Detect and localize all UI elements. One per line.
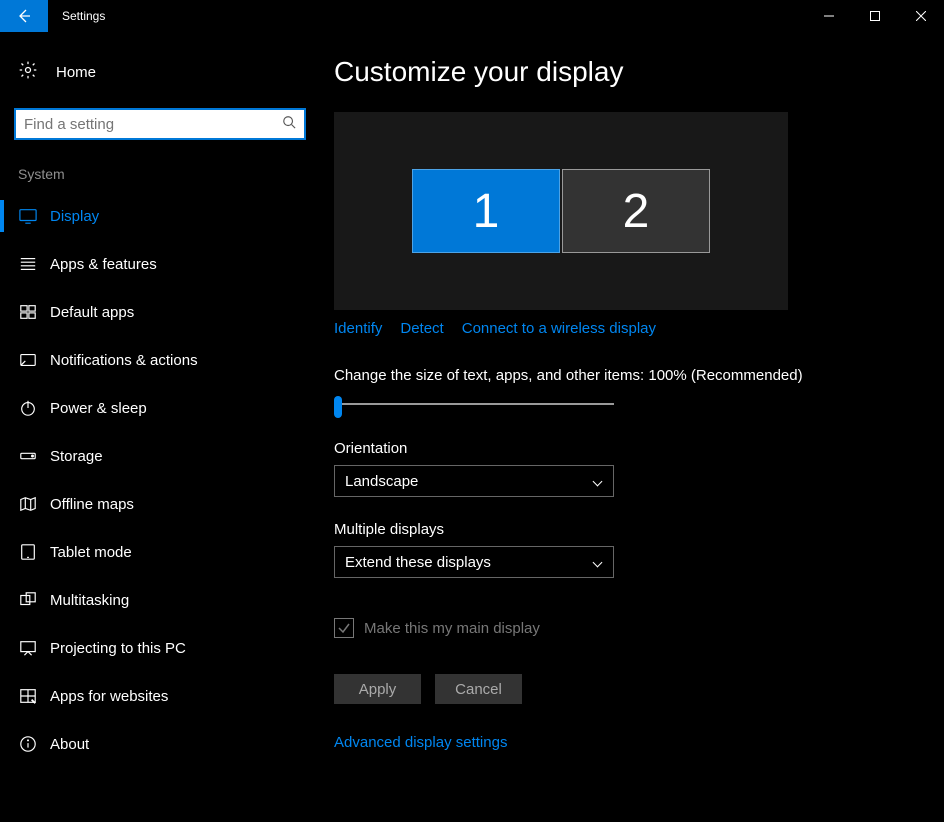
home-label: Home bbox=[56, 64, 96, 81]
advanced-display-link[interactable]: Advanced display settings bbox=[334, 734, 920, 751]
sidebar-item-label: Power & sleep bbox=[50, 400, 147, 417]
sidebar-item-multitasking[interactable]: Multitasking bbox=[0, 576, 310, 624]
sidebar-item-label: Offline maps bbox=[50, 496, 134, 513]
sidebar-item-default-apps[interactable]: Default apps bbox=[0, 288, 310, 336]
sidebar-item-label: Notifications & actions bbox=[50, 352, 198, 369]
monitor-preview: 1 2 bbox=[334, 112, 788, 310]
websites-icon bbox=[18, 687, 38, 705]
sidebar-item-label: Tablet mode bbox=[50, 544, 132, 561]
orientation-select[interactable]: Landscape bbox=[334, 465, 614, 497]
sidebar-item-power-sleep[interactable]: Power & sleep bbox=[0, 384, 310, 432]
sidebar-group-label: System bbox=[0, 140, 310, 192]
slider-thumb[interactable] bbox=[334, 396, 342, 418]
home-button[interactable]: Home bbox=[0, 48, 310, 96]
maximize-icon bbox=[870, 11, 880, 21]
gear-icon bbox=[18, 60, 38, 84]
power-icon bbox=[18, 399, 38, 417]
detect-link[interactable]: Detect bbox=[400, 320, 443, 337]
sidebar-item-label: About bbox=[50, 736, 89, 753]
display-links: Identify Detect Connect to a wireless di… bbox=[334, 320, 920, 337]
sidebar-item-storage[interactable]: Storage bbox=[0, 432, 310, 480]
multiple-displays-value: Extend these displays bbox=[345, 554, 491, 571]
wireless-display-link[interactable]: Connect to a wireless display bbox=[462, 320, 656, 337]
storage-icon bbox=[18, 447, 38, 465]
slider-track bbox=[334, 403, 614, 405]
sidebar-item-projecting[interactable]: Projecting to this PC bbox=[0, 624, 310, 672]
search-icon bbox=[282, 115, 296, 134]
minimize-button[interactable] bbox=[806, 0, 852, 32]
arrow-left-icon bbox=[16, 8, 32, 24]
apply-button: Apply bbox=[334, 674, 421, 704]
monitor-2[interactable]: 2 bbox=[562, 169, 710, 253]
search-field[interactable] bbox=[24, 116, 282, 133]
scale-label: Change the size of text, apps, and other… bbox=[334, 367, 920, 384]
orientation-label: Orientation bbox=[334, 440, 920, 457]
close-button[interactable] bbox=[898, 0, 944, 32]
sidebar-item-offline-maps[interactable]: Offline maps bbox=[0, 480, 310, 528]
maximize-button[interactable] bbox=[852, 0, 898, 32]
search-input[interactable] bbox=[14, 108, 306, 140]
sidebar-item-apps-features[interactable]: Apps & features bbox=[0, 240, 310, 288]
sidebar-item-label: Apps for websites bbox=[50, 688, 168, 705]
default-apps-icon bbox=[18, 303, 38, 321]
close-icon bbox=[916, 11, 926, 21]
sidebar-item-apps-websites[interactable]: Apps for websites bbox=[0, 672, 310, 720]
multiple-displays-select[interactable]: Extend these displays bbox=[334, 546, 614, 578]
titlebar: Settings bbox=[0, 0, 944, 32]
checkbox-icon bbox=[334, 618, 354, 638]
apps-icon bbox=[18, 255, 38, 273]
multiple-displays-label: Multiple displays bbox=[334, 521, 920, 538]
window-controls bbox=[806, 0, 944, 32]
sidebar-item-label: Default apps bbox=[50, 304, 134, 321]
sidebar-item-about[interactable]: About bbox=[0, 720, 310, 768]
notifications-icon bbox=[18, 351, 38, 369]
orientation-value: Landscape bbox=[345, 473, 418, 490]
main-display-checkbox: Make this my main display bbox=[334, 618, 920, 638]
sidebar: Home System Display Apps & features De bbox=[0, 32, 310, 822]
chevron-down-icon bbox=[593, 476, 603, 486]
main-content: Customize your display 1 2 Identify Dete… bbox=[310, 32, 944, 822]
sidebar-item-label: Display bbox=[50, 208, 99, 225]
window-title: Settings bbox=[62, 9, 105, 23]
sidebar-item-label: Projecting to this PC bbox=[50, 640, 186, 657]
action-buttons: Apply Cancel bbox=[334, 674, 920, 704]
back-button[interactable] bbox=[0, 0, 48, 32]
main-display-label: Make this my main display bbox=[364, 620, 540, 637]
monitor-1[interactable]: 1 bbox=[412, 169, 560, 253]
multitasking-icon bbox=[18, 591, 38, 609]
scale-slider[interactable] bbox=[334, 392, 614, 416]
identify-link[interactable]: Identify bbox=[334, 320, 382, 337]
sidebar-item-label: Multitasking bbox=[50, 592, 129, 609]
page-title: Customize your display bbox=[334, 56, 920, 88]
chevron-down-icon bbox=[593, 557, 603, 567]
tablet-icon bbox=[18, 543, 38, 561]
minimize-icon bbox=[824, 11, 834, 21]
sidebar-item-notifications[interactable]: Notifications & actions bbox=[0, 336, 310, 384]
display-icon bbox=[18, 207, 38, 225]
sidebar-nav: Display Apps & features Default apps Not… bbox=[0, 192, 310, 768]
maps-icon bbox=[18, 495, 38, 513]
sidebar-item-label: Storage bbox=[50, 448, 103, 465]
projecting-icon bbox=[18, 639, 38, 657]
sidebar-item-tablet-mode[interactable]: Tablet mode bbox=[0, 528, 310, 576]
about-icon bbox=[18, 735, 38, 753]
sidebar-item-display[interactable]: Display bbox=[0, 192, 310, 240]
cancel-button: Cancel bbox=[435, 674, 522, 704]
sidebar-item-label: Apps & features bbox=[50, 256, 157, 273]
